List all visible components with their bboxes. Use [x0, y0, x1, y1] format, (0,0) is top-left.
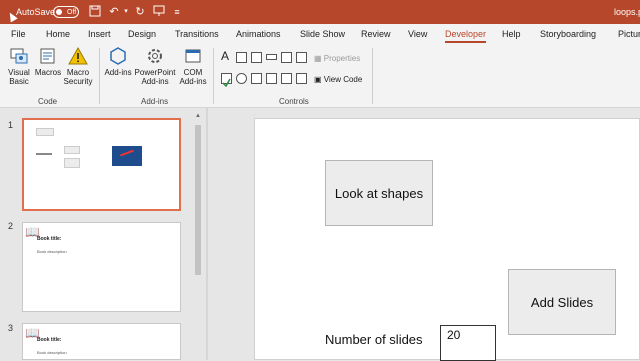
controls-group-label: Controls — [279, 97, 309, 106]
tab-view[interactable]: View — [408, 24, 427, 44]
presenter-icon[interactable] — [152, 5, 166, 19]
tab-picture[interactable]: Pictur — [618, 24, 640, 44]
add-slides-button[interactable]: Add Slides — [508, 269, 616, 335]
slide-number: 1 — [8, 120, 14, 130]
tab-review[interactable]: Review — [361, 24, 391, 44]
tab-slide-show[interactable]: Slide Show — [300, 24, 345, 44]
thumb-button-shape — [64, 146, 80, 154]
thumbnail-scrollbar[interactable]: ▲ — [194, 113, 202, 360]
slide-thumbnail-2[interactable]: 📖 Book title: Book description — [22, 222, 181, 312]
ribbon-tabs: File Home Insert Design Transitions Anim… — [0, 24, 640, 44]
more-controls-icon[interactable] — [296, 73, 307, 84]
properties-label: Properties — [323, 54, 361, 63]
ribbon: Visual Basic Macros Macro Security Code … — [0, 44, 640, 108]
scrollbar-thumb[interactable] — [195, 125, 201, 275]
tab-home[interactable]: Home — [46, 24, 70, 44]
tab-storyboarding[interactable]: Storyboarding — [540, 24, 596, 44]
gear-icon — [148, 49, 162, 63]
macro-security-button[interactable]: Macro Security — [63, 46, 93, 86]
com-addins-button[interactable]: COM Add-ins — [178, 46, 208, 86]
autosave-toggle[interactable]: Off — [53, 6, 79, 18]
thumb-button-shape — [64, 158, 80, 168]
tab-insert[interactable]: Insert — [88, 24, 111, 44]
slide-number: 3 — [8, 323, 14, 333]
warning-icon — [68, 46, 88, 65]
com-addins-label: COM Add-ins — [179, 68, 207, 86]
textbox-control-icon[interactable] — [236, 52, 247, 63]
tab-help[interactable]: Help — [502, 24, 521, 44]
autosave-state: Off — [67, 8, 77, 16]
scrollbar-control-icon[interactable] — [281, 73, 292, 84]
tab-animations[interactable]: Animations — [236, 24, 281, 44]
macros-icon — [40, 48, 55, 64]
view-code-label: View Code — [323, 75, 363, 84]
title-bar: AutoSave Off ↶ ▾ ↻ ≡ loops.p — [0, 0, 640, 24]
com-addins-icon — [185, 49, 201, 63]
tab-transitions[interactable]: Transitions — [175, 24, 219, 44]
visual-basic-label: Visual Basic — [8, 68, 30, 86]
powerpoint-addins-button[interactable]: PowerPoint Add-ins — [133, 46, 177, 86]
document-title: loops.p — [614, 7, 640, 17]
customize-toolbar-icon[interactable]: ≡ — [170, 5, 184, 19]
toggle-control-icon[interactable] — [296, 52, 307, 63]
tab-file[interactable]: File — [11, 24, 26, 44]
listbox-control-icon[interactable] — [251, 73, 262, 84]
thumb-subtitle: Book description — [37, 350, 67, 355]
properties-button[interactable]: ▦ Properties — [314, 54, 360, 63]
thumb-title: Book title: — [37, 236, 62, 242]
scroll-up-icon[interactable]: ▲ — [194, 113, 202, 119]
thumb-text-shape — [36, 153, 52, 155]
redo-icon[interactable]: ↻ — [133, 5, 147, 19]
addins-group-label: Add-ins — [141, 97, 169, 106]
undo-dropdown-icon[interactable]: ▾ — [119, 5, 133, 19]
chart-control-icon[interactable] — [251, 52, 262, 63]
macros-button[interactable]: Macros — [34, 46, 62, 77]
slide-number: 2 — [8, 221, 14, 231]
addins-icon — [110, 47, 126, 65]
visual-basic-button[interactable]: Visual Basic — [5, 46, 33, 86]
radio-control-icon[interactable] — [236, 73, 247, 84]
look-at-shapes-button[interactable]: Look at shapes — [325, 160, 433, 226]
image-control-icon[interactable] — [281, 52, 292, 63]
slide-thumbnail-3[interactable]: 📖 Book title: Book description — [22, 323, 181, 360]
ribbon-separator — [99, 48, 100, 104]
thumb-subtitle: Book description — [37, 249, 67, 254]
autosave-label: AutoSave — [16, 7, 56, 17]
thumb-button-shape — [36, 128, 54, 136]
button-control-icon[interactable] — [266, 54, 277, 60]
number-of-slides-label: Number of slides — [325, 332, 423, 347]
thumb-flag-image — [112, 146, 142, 166]
macro-security-label: Macro Security — [63, 68, 93, 86]
addins-button[interactable]: Add-ins — [104, 46, 132, 77]
current-slide: Look at shapes Add Slides Number of slid… — [254, 118, 640, 361]
save-icon[interactable] — [88, 5, 102, 19]
combobox-control-icon[interactable] — [266, 73, 277, 84]
powerpoint-addins-label: PowerPoint Add-ins — [134, 68, 176, 86]
ribbon-separator — [372, 48, 373, 104]
visual-basic-icon — [10, 48, 28, 64]
number-of-slides-input[interactable]: 20 — [440, 325, 496, 361]
label-control-icon[interactable]: A — [221, 49, 229, 63]
addins-label: Add-ins — [104, 68, 132, 77]
view-code-button[interactable]: ▣ View Code — [314, 75, 362, 84]
macros-label: Macros — [34, 68, 62, 77]
tab-developer[interactable]: Developer — [445, 24, 487, 44]
tab-design[interactable]: Design — [128, 24, 156, 44]
thumb-title: Book title: — [37, 337, 62, 343]
ribbon-separator — [213, 48, 214, 104]
code-group-label: Code — [38, 97, 58, 106]
slide-thumbnail-1[interactable] — [22, 118, 181, 211]
checkbox-control-icon[interactable] — [221, 73, 232, 88]
